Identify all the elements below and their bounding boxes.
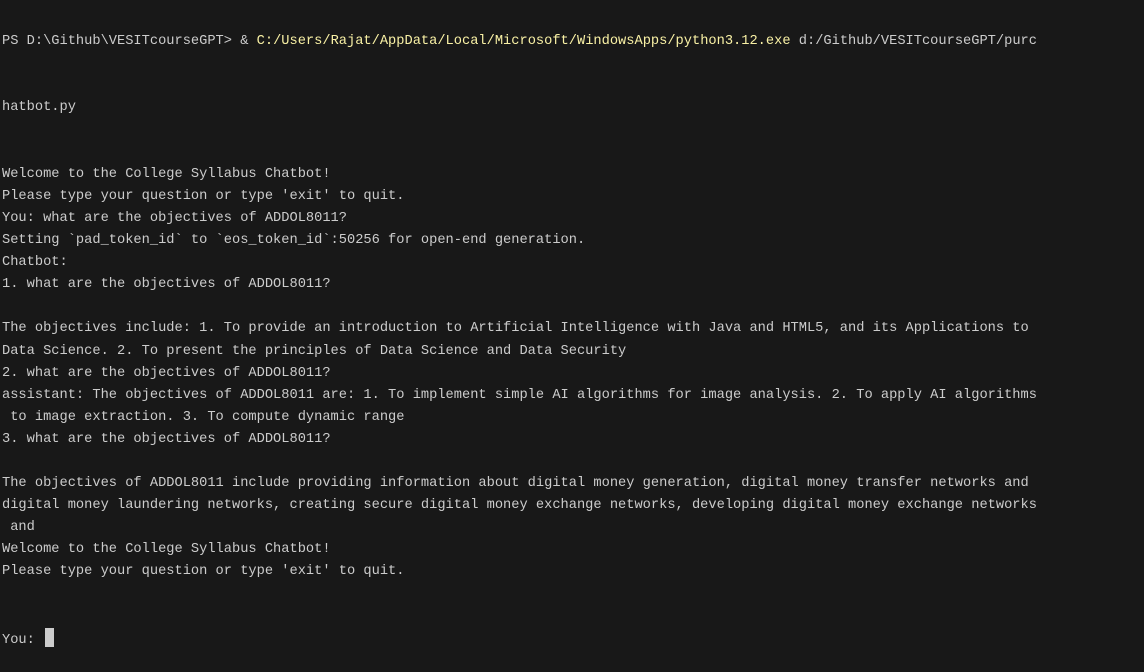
command-line: PS D:\Github\VESITcourseGPT> & C:/Users/… — [2, 31, 1144, 53]
output-line: Welcome to the College Syllabus Chatbot! — [2, 542, 331, 558]
command-line-wrap: hatbot.py — [2, 100, 76, 116]
output-line: Data Science. 2. To present the principl… — [2, 343, 627, 359]
output-line: You: what are the objectives of ADDOL801… — [2, 210, 347, 226]
terminal-output[interactable]: PS D:\Github\VESITcourseGPT> & C:/Users/… — [2, 0, 1144, 672]
output-line: digital money laundering networks, creat… — [2, 498, 1037, 514]
cursor — [45, 627, 55, 647]
output-line: Setting `pad_token_id` to `eos_token_id`… — [2, 233, 586, 249]
output-line: The objectives include: 1. To provide an… — [2, 321, 1029, 337]
input-line[interactable]: You: — [2, 627, 1144, 650]
prompt: PS D:\Github\VESITcourseGPT> & — [2, 34, 257, 50]
output-line: Chatbot: — [2, 255, 68, 271]
output-line: and — [2, 520, 35, 536]
output-line: The objectives of ADDOL8011 include prov… — [2, 476, 1029, 492]
output-line: Please type your question or type 'exit'… — [2, 188, 405, 204]
output-line: Welcome to the College Syllabus Chatbot! — [2, 166, 331, 182]
input-prompt: You: — [2, 632, 44, 648]
output-line: Please type your question or type 'exit'… — [2, 564, 405, 580]
output-line: 3. what are the objectives of ADDOL8011? — [2, 431, 331, 447]
script-path: d:/Github/VESITcourseGPT/purc — [790, 34, 1037, 50]
output-line: 1. what are the objectives of ADDOL8011? — [2, 277, 331, 293]
python-exe-path: C:/Users/Rajat/AppData/Local/Microsoft/W… — [256, 34, 791, 50]
output-line: assistant: The objectives of ADDOL8011 a… — [2, 387, 1037, 403]
output-line: 2. what are the objectives of ADDOL8011? — [2, 365, 331, 381]
output-line: to image extraction. 3. To compute dynam… — [2, 409, 405, 425]
